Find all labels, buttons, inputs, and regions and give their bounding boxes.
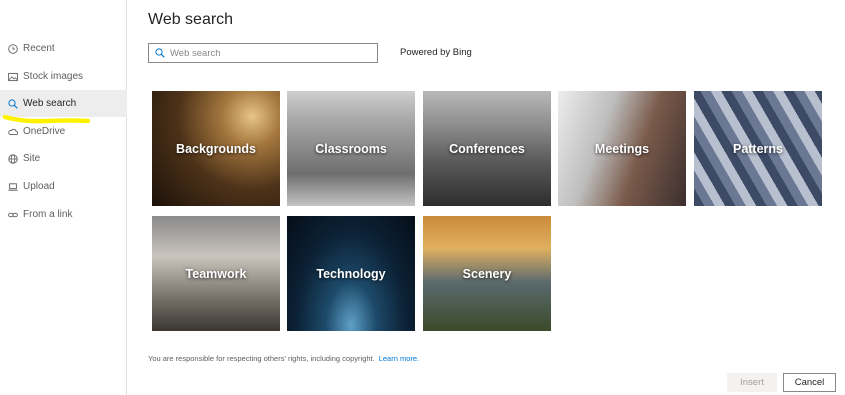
clock-icon <box>8 43 18 54</box>
link-icon <box>8 210 18 220</box>
sidebar-item-label: From a link <box>23 209 73 220</box>
search-icon <box>155 48 165 58</box>
category-tile-scenery[interactable]: Scenery <box>423 216 551 331</box>
category-label: Scenery <box>462 266 512 281</box>
learn-more-link[interactable]: Learn more. <box>379 354 419 363</box>
category-tile-patterns[interactable]: Patterns <box>694 91 822 206</box>
category-tile-teamwork[interactable]: Teamwork <box>152 216 280 331</box>
sidebar-item-site[interactable]: Site <box>0 145 127 172</box>
sidebar-item-stock-images[interactable]: Stock images <box>0 63 127 90</box>
category-label: Teamwork <box>185 266 247 281</box>
category-tile-classrooms[interactable]: Classrooms <box>287 91 415 206</box>
category-label: Technology <box>316 266 386 281</box>
category-tile-backgrounds[interactable]: Backgrounds <box>152 91 280 206</box>
sidebar-item-label: Site <box>23 153 41 164</box>
category-label: Backgrounds <box>176 141 256 156</box>
sidebar-item-upload[interactable]: Upload <box>0 173 127 200</box>
copyright-notice: You are responsible for respecting other… <box>148 354 419 363</box>
sidebar: Recent Stock images Web search OneDrive … <box>0 0 127 395</box>
sidebar-item-label: Web search <box>23 98 77 109</box>
cloud-icon <box>8 127 18 137</box>
powered-by-label: Powered by Bing <box>400 47 472 58</box>
search-box[interactable] <box>148 43 378 63</box>
image-icon <box>8 72 18 82</box>
cancel-button[interactable]: Cancel <box>783 373 836 392</box>
sidebar-item-from-a-link[interactable]: From a link <box>0 201 127 228</box>
category-tile-technology[interactable]: Technology <box>287 216 415 331</box>
category-tile-meetings[interactable]: Meetings <box>558 91 686 206</box>
sidebar-item-label: Stock images <box>23 71 84 82</box>
category-label: Patterns <box>732 141 784 156</box>
search-icon <box>8 98 18 109</box>
sidebar-item-web-search[interactable]: Web search <box>0 90 127 117</box>
page-title: Web search <box>148 11 234 28</box>
search-input[interactable] <box>170 47 370 59</box>
sidebar-item-label: Recent <box>23 43 55 54</box>
sidebar-item-label: OneDrive <box>23 126 66 137</box>
category-label: Conferences <box>449 141 525 156</box>
copyright-notice-text: You are responsible for respecting other… <box>148 354 375 363</box>
category-tile-conferences[interactable]: Conferences <box>423 91 551 206</box>
globe-icon <box>8 153 18 164</box>
laptop-icon <box>8 182 18 192</box>
sidebar-item-recent[interactable]: Recent <box>0 35 127 62</box>
sidebar-item-label: Upload <box>23 181 55 192</box>
insert-button[interactable]: Insert <box>727 373 777 392</box>
sidebar-item-onedrive[interactable]: OneDrive <box>0 118 127 145</box>
category-label: Meetings <box>594 141 650 156</box>
category-label: Classrooms <box>315 141 387 156</box>
